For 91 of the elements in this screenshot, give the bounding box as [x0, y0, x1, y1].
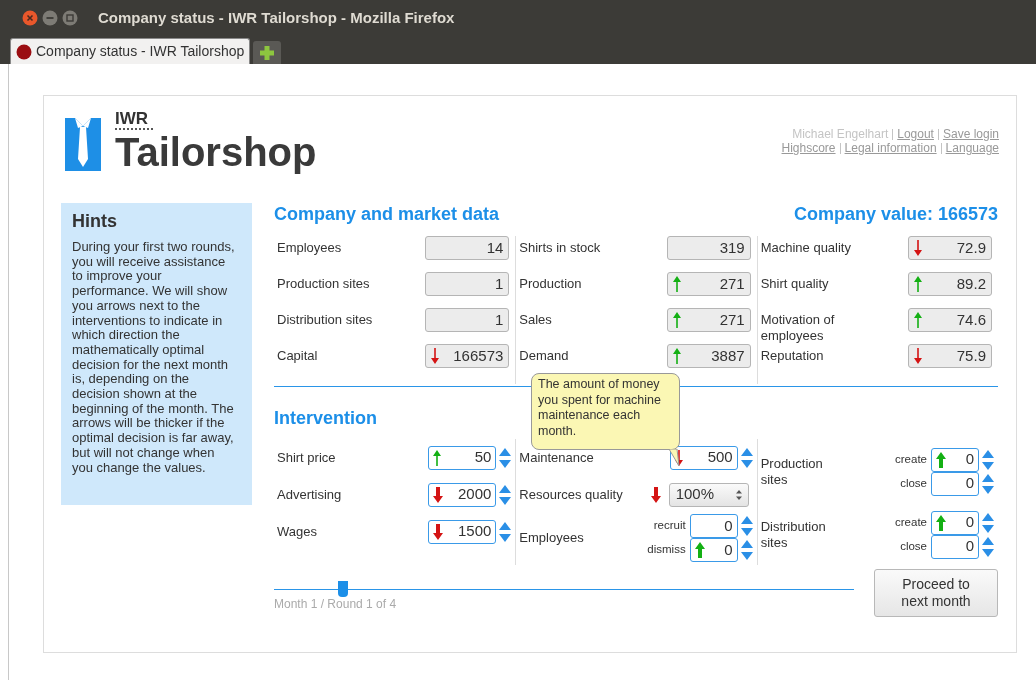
- logo-small-text: IWR: [115, 110, 153, 130]
- hints-title: Hints: [72, 210, 118, 233]
- window-title: Company status - IWR Tailorshop - Mozilla Firefox: [98, 7, 455, 28]
- spinner-icon[interactable]: [499, 520, 512, 543]
- field-label: Production sites: [760, 455, 824, 488]
- field-value: 0: [965, 512, 974, 533]
- field-value: 74.6: [956, 309, 986, 330]
- number-field[interactable]: 2000: [428, 482, 497, 507]
- field-value: 14: [486, 237, 504, 258]
- field-value: 72.9: [956, 237, 986, 258]
- minimize-icon[interactable]: [42, 10, 58, 26]
- field-label: Resources quality: [519, 485, 623, 504]
- proceed-button[interactable]: Proceed to next month: [874, 569, 998, 617]
- field-value: 1: [495, 273, 504, 294]
- field-label: dismiss: [647, 542, 686, 558]
- company-value: Company value: 166573: [793, 202, 998, 226]
- new-tab-button[interactable]: [253, 41, 282, 64]
- spinner-icon[interactable]: [982, 448, 994, 471]
- field-label: Sales: [519, 311, 553, 328]
- plus-icon: [259, 44, 276, 61]
- dropdown[interactable]: 100%: [668, 482, 749, 507]
- user-name: Michael Engelhart: [792, 127, 889, 141]
- number-field[interactable]: 0: [931, 534, 979, 559]
- field-label: Production: [519, 275, 583, 292]
- field-value: 0: [965, 449, 974, 470]
- field-label: Shirt price: [277, 448, 336, 467]
- spinner-icon[interactable]: [499, 446, 512, 469]
- field-value: 271: [719, 273, 745, 294]
- field-label: Production sites: [277, 275, 371, 292]
- field-value: 500: [707, 447, 733, 468]
- section-title: Company and market data: [274, 202, 500, 226]
- field-value: 3887: [711, 345, 745, 366]
- field-label: Capital: [277, 347, 319, 364]
- tooltip-pointer: [668, 449, 680, 467]
- site-icon: [16, 43, 32, 60]
- section-title: Intervention: [274, 407, 377, 429]
- spinner-icon[interactable]: [499, 483, 512, 506]
- field-label: Wages: [277, 522, 317, 541]
- field-label: Machine quality: [760, 239, 852, 256]
- field-value: 89.2: [956, 273, 986, 294]
- field-label: Distribution sites: [760, 518, 827, 551]
- hints-text: During your first two rounds, you will receive assistance to improve your performance. We will show you arrows next to the interventions to indicate in which direction the mathematically optimal decision for the next month is, depending on the decision shown at the beginning of the month. The arrows will be thicker if the optimal decision is far away, but will not change when you change the values.: [72, 240, 236, 476]
- close-icon[interactable]: [22, 10, 38, 26]
- number-field[interactable]: 0: [931, 510, 979, 535]
- number-field[interactable]: 0: [689, 514, 738, 538]
- field-label: Shirt quality: [760, 275, 830, 292]
- field-value: 1: [495, 309, 504, 330]
- number-field[interactable]: 0: [931, 471, 979, 496]
- progress-thumb[interactable]: [337, 581, 348, 597]
- field-label: Shirts in stock: [519, 239, 602, 256]
- field-value: 1500: [457, 521, 492, 542]
- number-field[interactable]: 0: [689, 538, 738, 562]
- field-value: 2000: [457, 484, 492, 505]
- field-value: 0: [965, 536, 974, 557]
- field-label: Maintenance: [519, 448, 594, 467]
- number-field[interactable]: 0: [931, 447, 979, 472]
- field-value: 0: [965, 473, 974, 494]
- logo-title: Tailorshop: [115, 130, 317, 174]
- field-value: 50: [474, 447, 492, 468]
- round-label: Month 1 / Round 1 of 4: [274, 596, 398, 613]
- spinner-icon[interactable]: [740, 515, 753, 537]
- spinner-icon[interactable]: [740, 539, 753, 561]
- field-label: create: [895, 451, 927, 467]
- field-label: Employees: [519, 530, 585, 546]
- tooltip: The amount of money you spent for machine maintenance each month.: [531, 373, 680, 450]
- field-label: recruit: [653, 518, 686, 534]
- spinner-icon[interactable]: [982, 472, 994, 495]
- field-label: Motivation of employees: [760, 311, 836, 344]
- updown-caret-icon: [735, 489, 742, 500]
- field-value: 0: [724, 539, 733, 560]
- field-label: Reputation: [760, 347, 825, 364]
- browser-tab[interactable]: Company status - IWR Tailorshop: [10, 38, 251, 64]
- field-label: Employees: [277, 239, 343, 256]
- field-value: 271: [719, 309, 745, 330]
- field-label: Advertising: [277, 485, 342, 504]
- field-label: close: [900, 475, 927, 491]
- field-label: create: [895, 514, 927, 530]
- field-value: 0: [724, 515, 733, 536]
- number-field[interactable]: 500: [669, 445, 738, 470]
- spinner-icon[interactable]: [982, 511, 994, 534]
- spinner-icon[interactable]: [740, 446, 753, 469]
- number-field[interactable]: 1500: [428, 519, 497, 544]
- maximize-icon[interactable]: [62, 10, 78, 26]
- field-label: Distribution sites: [277, 311, 374, 328]
- field-value: 319: [719, 237, 745, 258]
- field-label: Demand: [519, 347, 570, 364]
- spinner-icon[interactable]: [982, 535, 994, 558]
- number-field[interactable]: 50: [428, 445, 497, 470]
- field-label: close: [900, 538, 927, 554]
- field-value: 75.9: [956, 345, 986, 366]
- field-value: 166573: [453, 345, 504, 366]
